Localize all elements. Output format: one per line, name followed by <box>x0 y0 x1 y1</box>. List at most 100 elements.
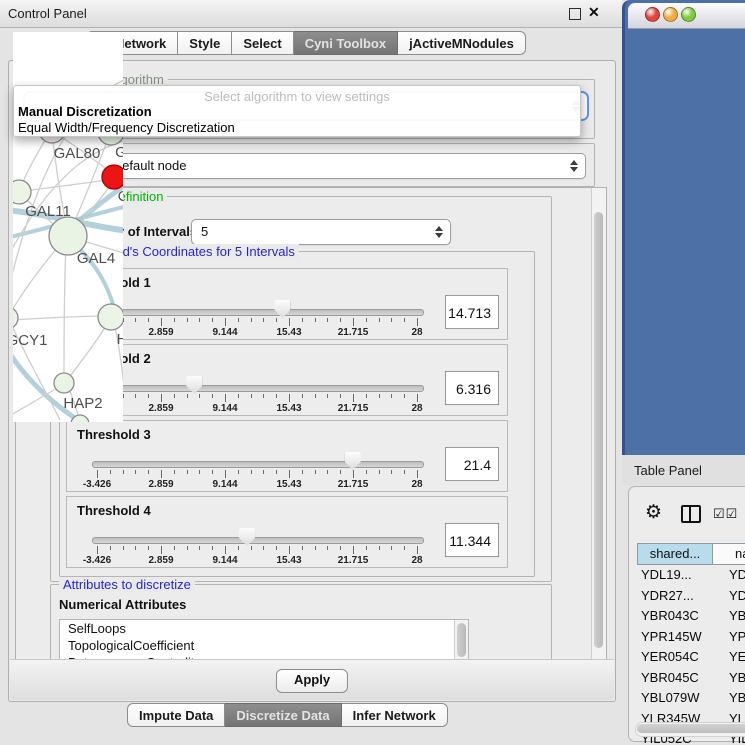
network-node-gcy1[interactable] <box>13 307 18 329</box>
cell-shared-name[interactable]: YDL19... <box>641 567 713 582</box>
option-manual-discretization[interactable]: Manual Discretization <box>18 104 152 119</box>
threshold-label: Threshold 4 <box>77 503 151 518</box>
tab-jactivemnodules[interactable]: jActiveMNodules <box>398 31 526 55</box>
attribute-list-item[interactable]: SelfLoops <box>60 620 468 637</box>
tick-mark <box>353 318 354 326</box>
gear-icon[interactable]: ⚙ <box>645 503 662 522</box>
table-row[interactable]: YPR145W YPR1 <box>637 627 745 648</box>
tick-mark <box>251 394 252 398</box>
tab-select[interactable]: Select <box>232 31 293 55</box>
network-edge[interactable] <box>13 316 105 320</box>
table-row[interactable]: YDR27... YDR2 <box>637 586 745 607</box>
tab-style[interactable]: Style <box>178 31 232 55</box>
network-node-c[interactable] <box>102 165 123 189</box>
settings-vertical-scrollbar[interactable] <box>591 188 606 660</box>
cell-name[interactable]: YPR1 <box>721 629 745 644</box>
cell-name[interactable]: YDR2 <box>721 588 745 603</box>
tick-mark <box>327 470 328 474</box>
mac-minimize-icon[interactable] <box>663 7 678 22</box>
network-node-h[interactable] <box>98 304 123 330</box>
network-node-hap2[interactable] <box>54 373 74 393</box>
tick-label: 9.144 <box>200 403 250 414</box>
number-of-intervals-combobox[interactable]: 5 <box>191 219 451 245</box>
network-edge[interactable] <box>68 324 107 379</box>
tick-label: 9.144 <box>200 327 250 338</box>
tab-cyni-toolbox[interactable]: Cyni Toolbox <box>294 31 398 55</box>
tick-mark <box>212 318 213 322</box>
threshold-value-field[interactable]: 14.713 <box>445 295 499 329</box>
tick-mark <box>251 470 252 474</box>
tick-label: 2.859 <box>136 403 186 414</box>
network-node-gal11[interactable] <box>13 180 31 204</box>
tick-mark <box>276 394 277 398</box>
tick-mark <box>302 394 303 398</box>
slider-track[interactable] <box>92 461 424 468</box>
cell-name[interactable]: YER0 <box>721 649 745 664</box>
scrollbar-thumb[interactable] <box>457 623 466 657</box>
tick-mark <box>123 546 124 550</box>
tab-infer-network[interactable]: Infer Network <box>342 703 448 727</box>
tick-mark <box>404 470 405 474</box>
tick-mark <box>379 318 380 322</box>
tick-mark <box>315 470 316 474</box>
scrollbar-thumb[interactable] <box>594 212 603 648</box>
attributes-scrollbar[interactable] <box>454 620 468 664</box>
attribute-list-item[interactable]: TopologicalCoefficient <box>60 637 468 654</box>
tick-label: 2.859 <box>136 555 186 566</box>
network-edge[interactable] <box>13 242 62 314</box>
tick-mark <box>199 546 200 550</box>
node-label: GAL80 <box>54 145 101 162</box>
cell-shared-name[interactable]: YBL079W <box>641 690 713 705</box>
tick-mark <box>263 470 264 474</box>
tick-mark <box>187 394 188 398</box>
threshold-value-field[interactable]: 11.344 <box>445 523 499 557</box>
column-header-name[interactable]: na <box>713 543 745 565</box>
checkbox-checked-icons[interactable]: ☑☑ <box>713 506 738 522</box>
table-row[interactable]: YDL19... YDL1 <box>637 565 745 586</box>
tick-mark <box>379 546 380 550</box>
table-row[interactable]: YER054C YER0 <box>637 647 745 668</box>
slider-track[interactable] <box>92 385 424 392</box>
cell-name[interactable]: YBR0 <box>721 670 745 685</box>
table-panel-titlebar: Table Panel <box>622 455 745 485</box>
cell-name[interactable]: YDL1 <box>721 567 745 582</box>
tick-mark <box>174 470 175 474</box>
network-edge[interactable] <box>24 180 108 191</box>
mac-zoom-icon[interactable] <box>681 7 696 22</box>
threshold-row-1: Threshold 1-3.4262.8599.14415.4321.71528… <box>66 268 508 340</box>
node-label: H <box>117 331 123 348</box>
cell-shared-name[interactable]: YER054C <box>641 649 713 664</box>
slider-track[interactable] <box>92 309 424 316</box>
network-edge[interactable] <box>64 244 66 378</box>
table-panel: ⚙ ☑☑ shared... na YDL19...YDL1YDR27...YD… <box>628 486 745 742</box>
tab-discretize-data[interactable]: Discretize Data <box>225 703 341 727</box>
table-row[interactable]: YBR045C YBR0 <box>637 668 745 689</box>
number-of-intervals-value: 5 <box>201 224 208 239</box>
cell-shared-name[interactable]: YBR045C <box>641 670 713 685</box>
mac-close-icon[interactable] <box>645 7 660 22</box>
tick-mark <box>340 470 341 474</box>
float-window-icon[interactable] <box>569 8 581 20</box>
split-view-icon[interactable] <box>681 505 701 523</box>
tick-mark <box>174 394 175 398</box>
tick-mark <box>366 546 367 550</box>
column-header-shared-name[interactable]: shared... <box>637 543 713 565</box>
scrollbar-thumb[interactable] <box>637 724 745 733</box>
option-equal-width-frequency[interactable]: Equal Width/Frequency Discretization <box>18 120 235 135</box>
cell-shared-name[interactable]: YDR27... <box>641 588 713 603</box>
cell-shared-name[interactable]: YBR043C <box>641 608 713 623</box>
table-horizontal-scrollbar[interactable] <box>635 722 745 737</box>
threshold-value-field[interactable]: 21.4 <box>445 447 499 481</box>
close-icon[interactable]: ✕ <box>588 4 600 21</box>
table-row[interactable]: YBL079W YBL0 <box>637 688 745 709</box>
slider-track[interactable] <box>92 537 424 544</box>
cell-name[interactable]: YBL0 <box>721 690 745 705</box>
tab-impute-data[interactable]: Impute Data <box>127 703 225 727</box>
tick-mark <box>417 546 418 554</box>
cell-shared-name[interactable]: YPR145W <box>641 629 713 644</box>
network-window-titlebar[interactable] <box>628 3 745 29</box>
apply-button[interactable]: Apply <box>276 669 348 693</box>
table-row[interactable]: YBR043C YBR0 <box>637 606 745 627</box>
cell-name[interactable]: YBR0 <box>721 608 745 623</box>
threshold-value-field[interactable]: 6.316 <box>445 371 499 405</box>
